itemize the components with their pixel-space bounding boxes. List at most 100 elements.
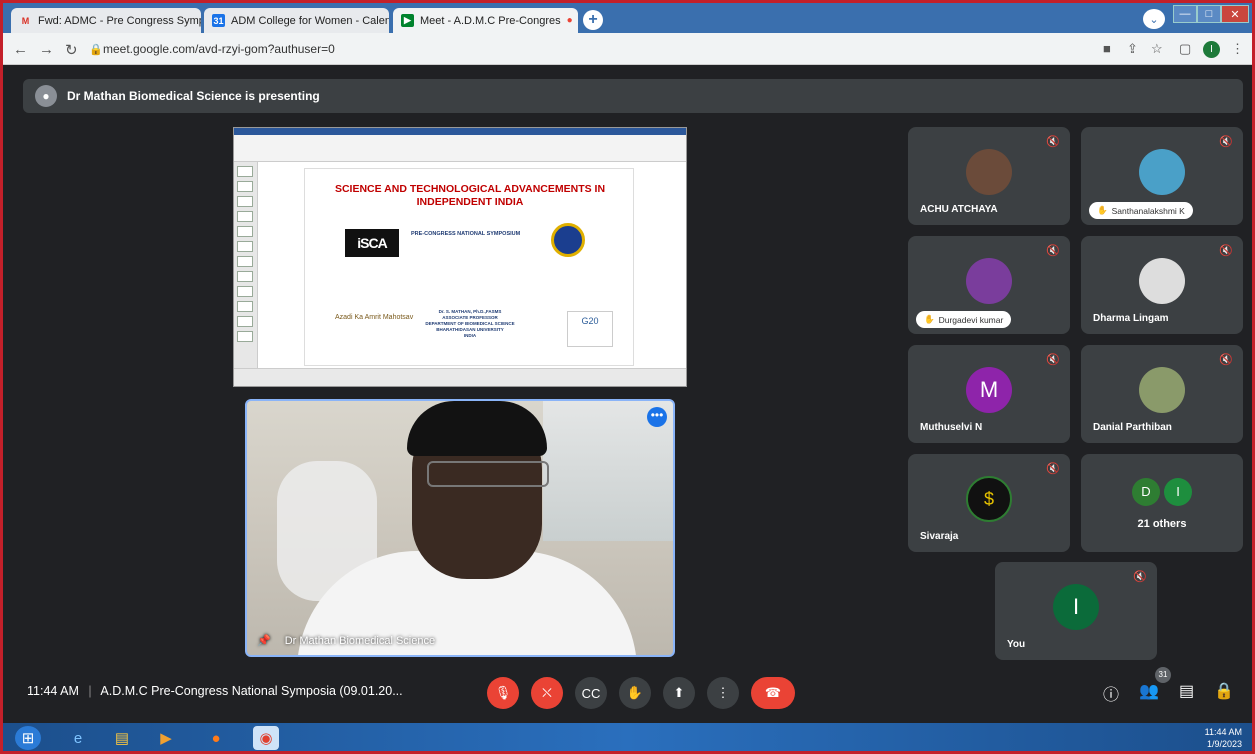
participant-name-pill: ✋ Durgadevi kumar	[916, 311, 1012, 328]
share-icon[interactable]: ⇪	[1127, 41, 1138, 57]
url-field[interactable]: meet.google.com/avd-rzyi-gom?authuser=0	[103, 42, 335, 56]
presenter-video[interactable]: ••• 📌 Dr Mathan Biomedical Science	[245, 399, 675, 657]
hand-icon: ✋	[924, 314, 935, 324]
pin-icon[interactable]: 📌	[257, 634, 271, 647]
tab-meet[interactable]: ▶ Meet - A.D.M.C Pre-Congres ● ✕	[393, 8, 578, 33]
slide-author: Dr. S. MATHAN, Ph.D.,FASMS ASSOCIATE PRO…	[425, 309, 515, 338]
participant-initial-avatar: I	[1164, 478, 1192, 506]
people-icon[interactable]: 👥	[1139, 681, 1159, 705]
more-options-button[interactable]: ⋮	[707, 677, 739, 709]
self-tile[interactable]: 🔇 I You	[995, 562, 1157, 660]
present-button[interactable]: ⬆	[663, 677, 695, 709]
forward-icon[interactable]: →	[39, 41, 54, 58]
slide-thumbnails	[234, 162, 258, 370]
file-explorer-icon[interactable]: ▤	[109, 726, 135, 750]
back-icon[interactable]: ←	[13, 41, 28, 58]
mic-off-icon: 🔇	[1219, 245, 1233, 257]
participant-name: Sivaraja	[920, 531, 959, 542]
new-tab-button[interactable]: +	[583, 10, 603, 30]
participant-tile[interactable]: 🔇 ACHU ATCHAYA	[908, 127, 1070, 225]
participant-tile[interactable]: 🔇 Dharma Lingam	[1081, 236, 1243, 334]
bookmark-star-icon[interactable]: ☆	[1151, 41, 1163, 57]
info-icon[interactable]: ⓘ	[1103, 681, 1119, 705]
more-options-icon[interactable]: •••	[647, 407, 667, 427]
address-bar: ← → ↻ 🔒 meet.google.com/avd-rzyi-gom?aut…	[3, 33, 1252, 65]
system-tray[interactable]: 11:44 AM 1/9/2023	[1205, 726, 1242, 750]
meet-stage: ● Dr Mathan Biomedical Science is presen…	[11, 65, 1250, 723]
participant-tile[interactable]: 🔇 $ Sivaraja	[908, 454, 1070, 552]
slide-canvas: SCIENCE AND TECHNOLOGICAL ADVANCEMENTS I…	[304, 168, 634, 366]
meeting-title: A.D.M.C Pre-Congress National Symposia (…	[100, 684, 403, 698]
tab-label: ADM College for Women - Calen	[231, 14, 389, 27]
participant-tile[interactable]: 🔇 ✋ Durgadevi kumar	[908, 236, 1070, 334]
raise-hand-button[interactable]: ✋	[619, 677, 651, 709]
recording-icon: ●	[566, 15, 573, 26]
mic-off-icon: 🔇	[1046, 463, 1060, 475]
tray-time: 11:44 AM	[1204, 727, 1242, 737]
participant-tile[interactable]: 🔇 ✋ Santhanalakshmi K	[1081, 127, 1243, 225]
tab-gmail[interactable]: M Fwd: ADMC - Pre Congress Symp ✕	[11, 8, 201, 33]
participant-name: You	[1007, 639, 1026, 650]
presenting-text: Dr Mathan Biomedical Science is presenti…	[67, 89, 320, 103]
minimize-button[interactable]: —	[1173, 5, 1197, 23]
screen: M Fwd: ADMC - Pre Congress Symp ✕ 31 ADM…	[0, 0, 1255, 754]
calendar-icon: 31	[212, 14, 225, 27]
participant-photo	[1139, 258, 1185, 304]
ie-icon[interactable]: e	[65, 726, 91, 750]
start-button[interactable]: ⊞	[15, 726, 41, 750]
participant-photo	[1139, 149, 1185, 195]
gmail-icon: M	[21, 15, 30, 26]
participant-name: ACHU ATCHAYA	[920, 204, 998, 215]
tab-label: Meet - A.D.M.C Pre-Congres	[420, 14, 561, 27]
mic-off-icon: 🔇	[1219, 136, 1233, 148]
camera-toggle-button[interactable]: ⛌	[531, 677, 563, 709]
participant-name: Muthuselvi N	[920, 422, 983, 433]
participant-photo	[966, 258, 1012, 304]
mic-toggle-button[interactable]: 🎙	[487, 677, 519, 709]
others-tile[interactable]: D I 21 others	[1081, 454, 1243, 552]
university-emblem	[551, 223, 585, 257]
others-count: 21 others	[1137, 518, 1187, 530]
hand-icon: ✋	[1097, 205, 1108, 215]
menu-icon[interactable]: ⋮	[1231, 41, 1244, 57]
activities-icon[interactable]: 🔒	[1214, 681, 1234, 705]
participant-photo	[1139, 367, 1185, 413]
reload-icon[interactable]: ↻	[65, 41, 78, 59]
shared-screen[interactable]: SCIENCE AND TECHNOLOGICAL ADVANCEMENTS I…	[233, 127, 687, 387]
end-call-button[interactable]: ☎	[751, 677, 795, 709]
firefox-icon[interactable]: ●	[203, 726, 229, 750]
participant-tile[interactable]: 🔇 M Muthuselvi N	[908, 345, 1070, 443]
participant-tile[interactable]: 🔇 Danial Parthiban	[1081, 345, 1243, 443]
chrome-icon[interactable]: ◉	[253, 726, 279, 750]
maximize-button[interactable]: □	[1197, 5, 1221, 23]
camera-icon[interactable]: ■	[1103, 41, 1111, 56]
powerpoint-status-bar	[234, 368, 686, 386]
meeting-time: 11:44 AM	[27, 684, 79, 698]
azadi-logo: Azadi Ka Amrit Mahotsav	[335, 314, 414, 321]
mic-off-icon: 🔇	[1046, 245, 1060, 257]
self-initial-avatar: I	[1053, 584, 1099, 630]
profile-avatar[interactable]: I	[1203, 41, 1220, 58]
lock-icon: 🔒	[89, 44, 103, 56]
media-player-icon[interactable]: ▶	[153, 726, 179, 750]
g20-logo: G20	[567, 311, 613, 347]
chat-icon[interactable]: ▤	[1179, 681, 1194, 705]
call-controls: 🎙 ⛌ CC ✋ ⬆ ⋮ ☎	[487, 677, 795, 709]
windows-taskbar: ⊞ e ▤ ▶ ● ◉ 11:44 AM 1/9/2023	[3, 723, 1252, 751]
presenter-hair	[407, 401, 547, 456]
participant-name-pill: ✋ Santhanalakshmi K	[1089, 202, 1193, 219]
slide-symposium: PRE-CONGRESS NATIONAL SYMPOSIUM	[411, 231, 521, 237]
participant-name: Dharma Lingam	[1093, 313, 1169, 324]
close-window-button[interactable]: ✕	[1221, 5, 1249, 23]
sidepanel-icon[interactable]: ▢	[1179, 41, 1191, 57]
participant-initial-avatar: D	[1132, 478, 1160, 506]
presenter-name: Dr Mathan Biomedical Science	[284, 634, 436, 647]
tab-calendar[interactable]: 31 ADM College for Women - Calen ✕	[204, 8, 389, 33]
presenter-glasses	[427, 461, 549, 487]
tab-search-icon[interactable]: ⌄	[1143, 9, 1165, 29]
presenter-avatar: ●	[35, 85, 57, 107]
participant-initial-avatar: M	[966, 367, 1012, 413]
slide-title: SCIENCE AND TECHNOLOGICAL ADVANCEMENTS I…	[334, 183, 606, 208]
participant-logo: $	[966, 476, 1012, 522]
captions-button[interactable]: CC	[575, 677, 607, 709]
